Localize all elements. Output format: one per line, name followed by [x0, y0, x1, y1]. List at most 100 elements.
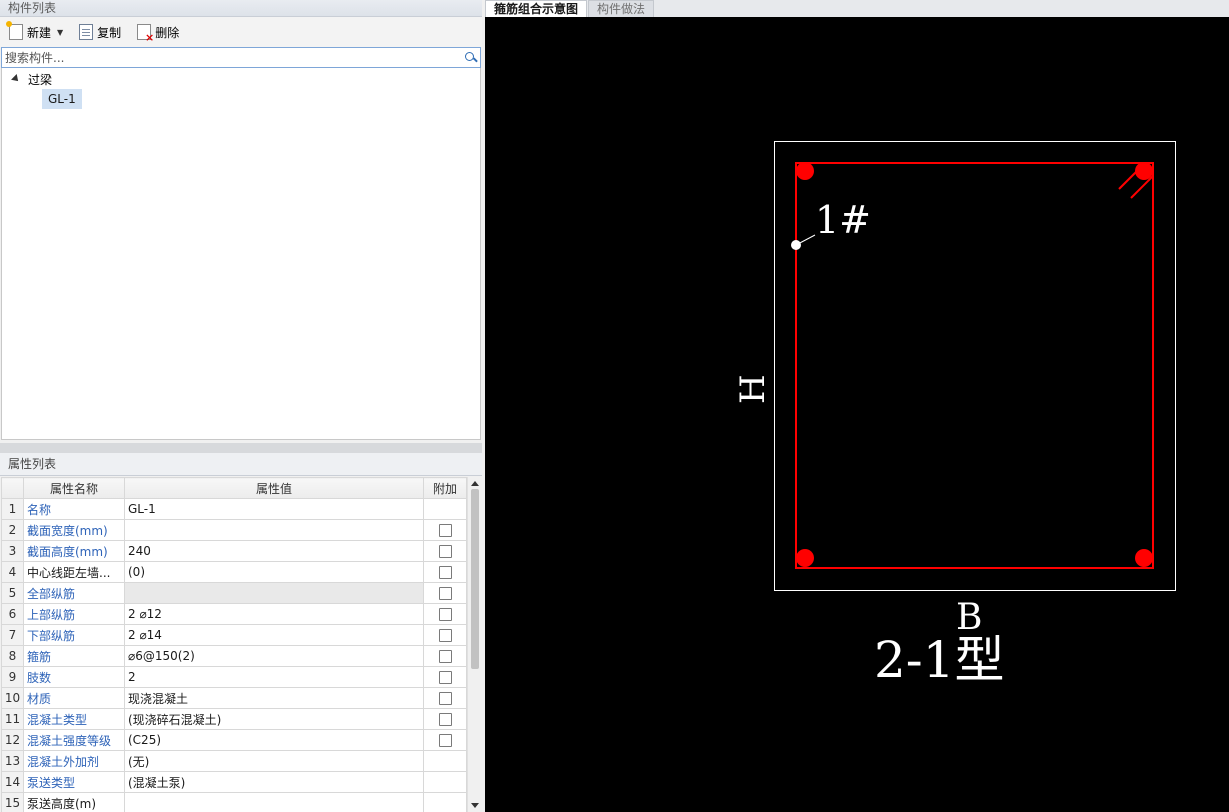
chevron-down-icon[interactable]: ▼	[57, 28, 63, 37]
property-name: 泵送高度(m)	[23, 792, 125, 812]
property-value[interactable]: 2 ⌀12	[124, 603, 424, 625]
property-value[interactable]	[124, 792, 424, 812]
property-row[interactable]: 9 肢数 2	[1, 666, 467, 688]
property-row[interactable]: 1 名称 GL-1	[1, 498, 467, 520]
extra-checkbox[interactable]	[438, 650, 452, 663]
property-value[interactable]	[124, 519, 424, 541]
row-number: 14	[1, 771, 24, 793]
property-row[interactable]: 2 截面宽度(mm)	[1, 519, 467, 541]
app-window: 构件列表 新建 ▼ 复制 删除 过梁 G	[0, 0, 1229, 812]
property-row[interactable]: 7 下部纵筋 2 ⌀14	[1, 624, 467, 646]
extra-cell	[423, 750, 467, 772]
extra-checkbox[interactable]	[438, 734, 452, 747]
copy-icon	[79, 24, 94, 40]
property-name: 下部纵筋	[23, 624, 125, 646]
row-number: 6	[1, 603, 24, 625]
extra-cell	[423, 645, 467, 667]
property-value[interactable]: (混凝土泵)	[124, 771, 424, 793]
property-value[interactable]: 现浇混凝土	[124, 687, 424, 709]
property-value[interactable]: (C25)	[124, 729, 424, 751]
property-name: 箍筋	[23, 645, 125, 667]
extra-cell	[423, 687, 467, 709]
property-value[interactable]: GL-1	[124, 498, 424, 520]
extra-checkbox[interactable]	[438, 629, 452, 642]
property-row[interactable]: 11 混凝土类型 (现浇碎石混凝土)	[1, 708, 467, 730]
property-value[interactable]: 240	[124, 540, 424, 562]
tab-component-method[interactable]: 构件做法	[588, 0, 655, 17]
search-box	[1, 47, 481, 68]
property-name: 泵送类型	[23, 771, 125, 793]
expand-arrow-icon[interactable]	[11, 74, 21, 84]
panel-splitter[interactable]	[0, 443, 482, 453]
header-name: 属性名称	[23, 477, 125, 499]
extra-checkbox[interactable]	[438, 587, 452, 600]
new-file-icon	[6, 21, 23, 40]
property-name: 名称	[23, 498, 125, 520]
tab-stirrup-diagram[interactable]: 箍筋组合示意图	[485, 0, 588, 17]
delete-icon	[137, 24, 154, 44]
extra-checkbox[interactable]	[438, 566, 452, 579]
property-row[interactable]: 6 上部纵筋 2 ⌀12	[1, 603, 467, 625]
extra-checkbox[interactable]	[438, 671, 452, 684]
property-name: 全部纵筋	[23, 582, 125, 604]
extra-checkbox[interactable]	[438, 713, 452, 726]
rebar-top-right	[1135, 162, 1153, 180]
property-row[interactable]: 5 全部纵筋	[1, 582, 467, 604]
property-value[interactable]: ⌀6@150(2)	[124, 645, 424, 667]
delete-button[interactable]: 删除	[132, 21, 184, 44]
diagram-tabs: 箍筋组合示意图 构件做法	[485, 0, 1229, 17]
row-number: 13	[1, 750, 24, 772]
extra-checkbox[interactable]	[438, 524, 452, 537]
property-row[interactable]: 4 中心线距左墙... (0)	[1, 561, 467, 583]
row-number: 11	[1, 708, 24, 730]
copy-button-label: 复制	[97, 25, 122, 40]
property-value[interactable]: 2	[124, 666, 424, 688]
row-number: 1	[1, 498, 24, 520]
property-name: 肢数	[23, 666, 125, 688]
section-diagram: 1# H B 2-1型	[733, 141, 1176, 689]
extra-checkbox[interactable]	[438, 692, 452, 705]
property-row[interactable]: 13 混凝土外加剂 (无)	[1, 750, 467, 772]
row-number: 2	[1, 519, 24, 541]
property-value[interactable]: (现浇碎石混凝土)	[124, 708, 424, 730]
property-name: 混凝土外加剂	[23, 750, 125, 772]
search-input[interactable]	[2, 48, 462, 67]
property-row[interactable]: 14 泵送类型 (混凝土泵)	[1, 771, 467, 793]
extra-checkbox[interactable]	[438, 545, 452, 558]
rebar-bottom-left	[796, 549, 814, 567]
property-row[interactable]: 15 泵送高度(m)	[1, 792, 467, 812]
header-num	[1, 477, 24, 499]
scroll-down-icon[interactable]	[471, 803, 479, 808]
property-name: 混凝土强度等级	[23, 729, 125, 751]
property-value[interactable]: (无)	[124, 750, 424, 772]
property-value[interactable]: 2 ⌀14	[124, 624, 424, 646]
stirrup-label: 1#	[815, 198, 871, 242]
row-number: 3	[1, 540, 24, 562]
tree-item-selected[interactable]: GL-1	[42, 89, 82, 109]
row-number: 8	[1, 645, 24, 667]
type-label: 2-1型	[874, 631, 1005, 689]
extra-cell	[423, 603, 467, 625]
property-row[interactable]: 12 混凝土强度等级 (C25)	[1, 729, 467, 751]
property-value[interactable]	[124, 582, 424, 604]
new-button[interactable]: 新建 ▼	[4, 21, 68, 43]
copy-button[interactable]: 复制	[74, 21, 126, 43]
property-scrollbar[interactable]	[467, 477, 481, 812]
extra-cell	[423, 771, 467, 793]
delete-button-label: 删除	[155, 25, 180, 40]
property-value[interactable]: (0)	[124, 561, 424, 583]
extra-checkbox[interactable]	[438, 608, 452, 621]
property-row[interactable]: 10 材质 现浇混凝土	[1, 687, 467, 709]
tree-node-root[interactable]: 过梁	[10, 70, 52, 88]
header-extra: 附加	[423, 477, 467, 499]
property-row[interactable]: 3 截面高度(mm) 240	[1, 540, 467, 562]
search-icon[interactable]	[462, 49, 480, 67]
extra-cell	[423, 729, 467, 751]
scroll-thumb[interactable]	[471, 489, 479, 669]
diagram-canvas[interactable]: 1# H B 2-1型	[485, 17, 1229, 812]
row-number: 7	[1, 624, 24, 646]
property-name: 上部纵筋	[23, 603, 125, 625]
scroll-up-icon[interactable]	[471, 481, 479, 486]
property-name: 截面宽度(mm)	[23, 519, 125, 541]
property-row[interactable]: 8 箍筋 ⌀6@150(2)	[1, 645, 467, 667]
